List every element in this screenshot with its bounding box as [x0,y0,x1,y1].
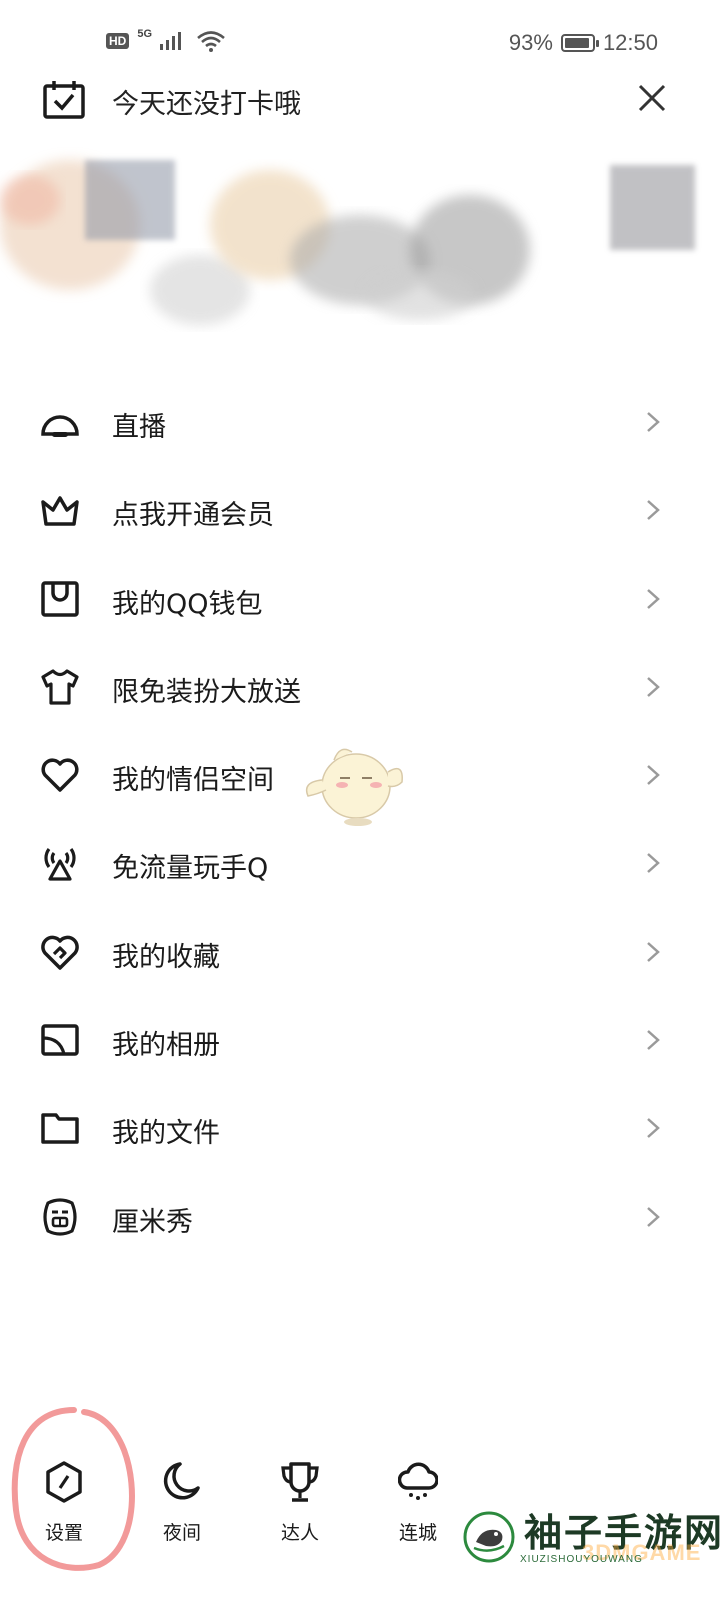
menu-item-label: 我的收藏 [112,941,220,973]
favorite-icon [41,935,79,970]
settings-label: 设置 [44,1522,83,1544]
menu-item-favorites[interactable]: 我的收藏 [0,908,720,996]
live-icon [41,415,79,437]
cloud-icon [398,1462,438,1500]
battery-fill [564,38,590,48]
tshirt-icon [41,669,79,705]
signal-icon [160,32,182,50]
chevron-right-icon [647,765,660,786]
watermark-subtitle: XIUZISHOUYOUWANG [520,1554,643,1565]
album-icon [41,1024,79,1056]
calendar-check-icon [43,81,85,119]
menu-item-label: 我的情侣空间 [112,765,274,797]
menu-item-wallet[interactable]: 我的QQ钱包 [0,555,720,643]
checkin-row[interactable]: 今天还没打卡哦 [0,68,720,128]
settings-button[interactable]: 设置 [24,1460,104,1560]
night-mode-button[interactable]: 夜间 [142,1460,222,1560]
menu-item-vip[interactable]: 点我开通会员 [0,466,720,554]
status-bar-left: HD 5G [106,28,226,52]
checkin-text: 今天还没打卡哦 [112,89,301,120]
chevron-right-icon [647,853,660,874]
heart-icon [41,758,79,792]
banner-painting [0,160,695,325]
chevron-right-icon [647,676,660,697]
expert-label: 达人 [280,1522,319,1544]
chevron-right-icon [647,1030,660,1051]
crown-icon [41,496,79,527]
antenna-icon [44,848,76,882]
chevron-right-icon [647,1118,660,1139]
chevron-right-icon [647,500,660,521]
menu-item-label: 厘米秀 [112,1206,193,1238]
menu-item-label: 免流量玩手Q [112,853,269,885]
trophy-icon [281,1462,319,1502]
chevron-right-icon [647,941,660,962]
cmshow-icon [43,1198,77,1236]
chick-sticker [305,748,403,826]
menu-item-free-data[interactable]: 免流量玩手Q [0,819,720,907]
battery-percent: 93% [508,30,553,55]
folder-icon [41,1113,79,1145]
city-label: 连城 [398,1522,437,1544]
wallet-icon [41,580,79,617]
wifi-icon [197,31,225,52]
moon-icon [163,1462,200,1500]
menu-item-files[interactable]: 我的文件 [0,1084,720,1172]
menu-item-live[interactable]: 直播 [0,378,720,466]
night-mode-label: 夜间 [162,1522,201,1544]
chevron-right-icon [647,1206,660,1227]
chevron-right-icon [647,412,660,432]
settings-icon [46,1461,82,1503]
status-bar-right: 93% 12:50 [509,30,658,56]
city-button[interactable]: 连城 [378,1460,458,1560]
menu-item-label: 限免装扮大放送 [112,676,301,708]
menu-item-label: 我的QQ钱包 [112,588,263,620]
battery-icon [560,34,599,52]
menu-item-label: 点我开通会员 [112,500,274,532]
menu-item-dressup[interactable]: 限免装扮大放送 [0,643,720,731]
chevron-right-icon [647,588,660,609]
close-icon[interactable] [632,78,672,118]
hd-badge: HD [106,33,130,49]
watermark: 袖子手游网 3DMGAME XIUZISHOUYOUWANG [462,1502,720,1600]
menu-item-album[interactable]: 我的相册 [0,996,720,1084]
menu-item-cmshow[interactable]: 厘米秀 [0,1173,720,1261]
menu-item-label: 我的文件 [112,1118,220,1150]
menu-item-label: 我的相册 [112,1030,220,1062]
menu-item-label: 直播 [112,412,166,443]
network-type: 5G [137,28,153,40]
watermark-logo-icon [463,1511,515,1563]
clock: 12:50 [602,30,658,55]
expert-button[interactable]: 达人 [260,1460,340,1560]
